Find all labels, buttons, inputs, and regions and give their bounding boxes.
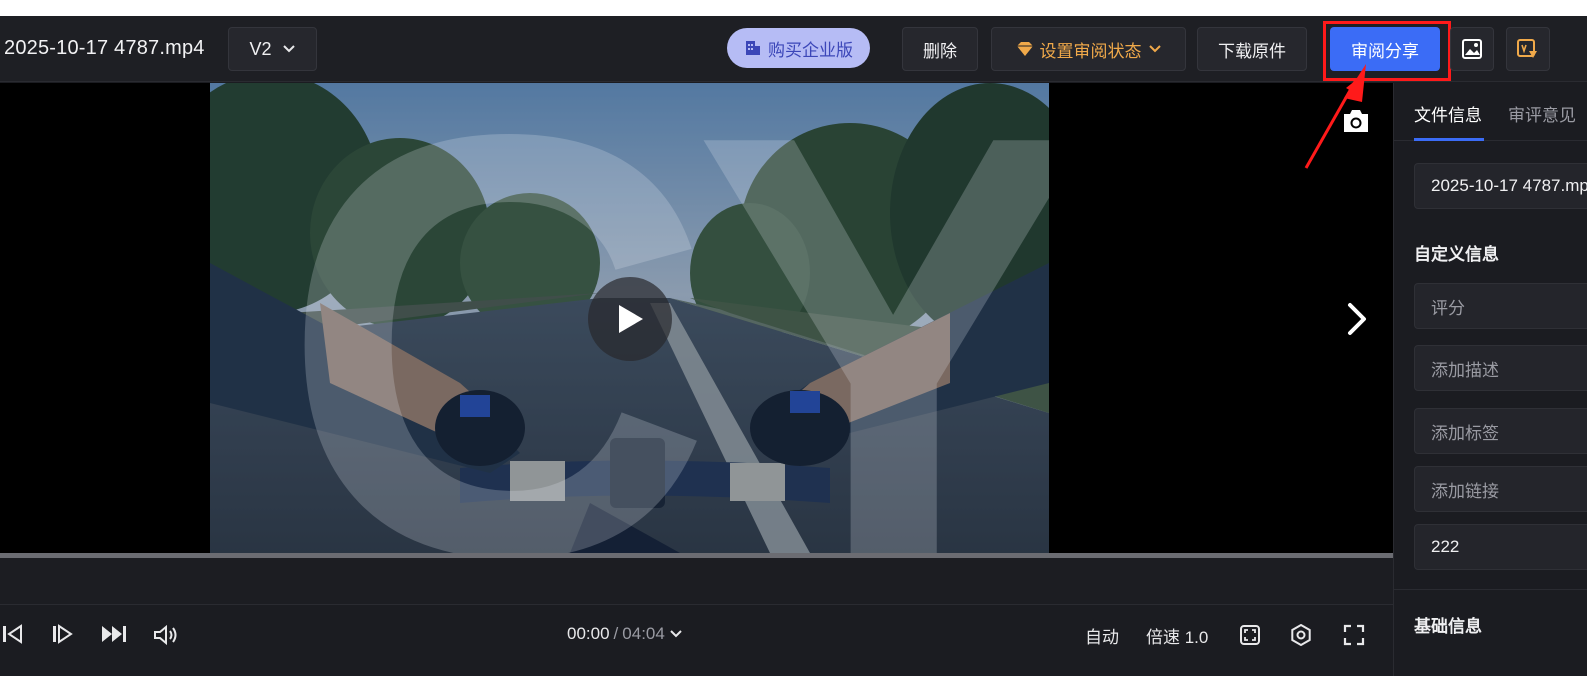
download-original-button[interactable]: 下载原件 <box>1197 27 1307 71</box>
timeline-track[interactable] <box>0 558 1393 605</box>
building-icon <box>746 41 760 55</box>
quality-select[interactable]: 自动 <box>1085 623 1119 648</box>
vip-badge-icon <box>1517 39 1537 58</box>
section-divider <box>1394 589 1587 590</box>
volume-button[interactable] <box>153 624 179 646</box>
fullscreen-icon <box>1343 624 1365 646</box>
fast-forward-button[interactable] <box>100 624 128 644</box>
volume-icon <box>154 624 177 646</box>
diamond-icon <box>1016 42 1033 56</box>
duration: 04:04 <box>622 624 665 643</box>
tags-field[interactable]: 添加标签 <box>1414 408 1587 454</box>
time-separator: / <box>613 624 619 643</box>
playback-speed-select[interactable]: 倍速 1.0 <box>1146 623 1208 648</box>
player-controls: 00:00 / 04:04 自动 倍速 1.0 <box>0 606 1393 676</box>
set-review-status-label: 设置审阅状态 <box>1039 41 1142 61</box>
buy-enterprise-label: 购买企业版 <box>768 40 853 60</box>
chevron-down-icon <box>670 630 682 638</box>
top-strip <box>0 0 1587 16</box>
fullscreen-button[interactable] <box>1342 624 1366 646</box>
annotation-arrow <box>1304 64 1366 169</box>
settings-button[interactable] <box>1289 624 1313 646</box>
version-label: V2 <box>249 38 272 59</box>
tab-review-comments[interactable]: 审评意见 <box>1508 101 1576 126</box>
custom-info-title: 自定义信息 <box>1414 245 1499 264</box>
fit-screen-icon <box>1240 625 1260 645</box>
set-review-status-button[interactable]: 设置审阅状态 <box>991 27 1186 71</box>
image-button[interactable] <box>1450 27 1494 71</box>
next-file-button[interactable] <box>1342 301 1372 337</box>
active-tab-indicator <box>1414 138 1484 141</box>
chevron-right-icon <box>1348 303 1366 335</box>
basic-info-title: 基础信息 <box>1414 617 1482 636</box>
buy-enterprise-button[interactable]: 购买企业版 <box>727 28 870 68</box>
chevron-down-icon <box>282 45 295 53</box>
play-icon <box>619 305 643 333</box>
delete-label: 删除 <box>923 41 957 61</box>
settings-icon <box>1291 624 1311 646</box>
time-display[interactable]: 00:00 / 04:04 <box>567 624 683 644</box>
fit-screen-button[interactable] <box>1238 624 1262 646</box>
delete-button[interactable]: 删除 <box>902 27 978 71</box>
custom-value-field[interactable]: 222 <box>1414 524 1587 570</box>
description-field[interactable]: 添加描述 <box>1414 345 1587 391</box>
play-button[interactable] <box>588 277 672 361</box>
current-time: 00:00 <box>567 624 610 643</box>
video-stage[interactable]: CYC <box>0 83 1393 553</box>
sidebar-tabs: 文件信息 审评意见 <box>1394 83 1587 141</box>
filename-field[interactable]: 2025-10-17 4787.mp4 <box>1414 163 1587 209</box>
next-frame-button[interactable] <box>50 624 74 644</box>
file-title: 2025-10-17 4787.mp4 <box>4 37 205 59</box>
version-select[interactable]: V2 <box>228 27 317 71</box>
rating-field[interactable]: 评分 <box>1414 283 1587 329</box>
step-forward-icon <box>53 624 73 644</box>
chevron-down-icon <box>1148 45 1161 53</box>
image-icon <box>1462 39 1482 59</box>
vip-button[interactable] <box>1506 27 1550 71</box>
link-field[interactable]: 添加链接 <box>1414 466 1587 512</box>
fast-forward-icon <box>102 626 126 642</box>
download-original-label: 下载原件 <box>1218 41 1286 61</box>
previous-frame-button[interactable] <box>0 624 24 644</box>
video-frame[interactable]: CYC <box>210 83 1049 553</box>
tab-file-info[interactable]: 文件信息 <box>1414 101 1482 126</box>
skip-back-icon <box>3 624 22 644</box>
file-info-sidebar: 文件信息 审评意见 2025-10-17 4787.mp4 自定义信息 评分 添… <box>1393 83 1587 676</box>
